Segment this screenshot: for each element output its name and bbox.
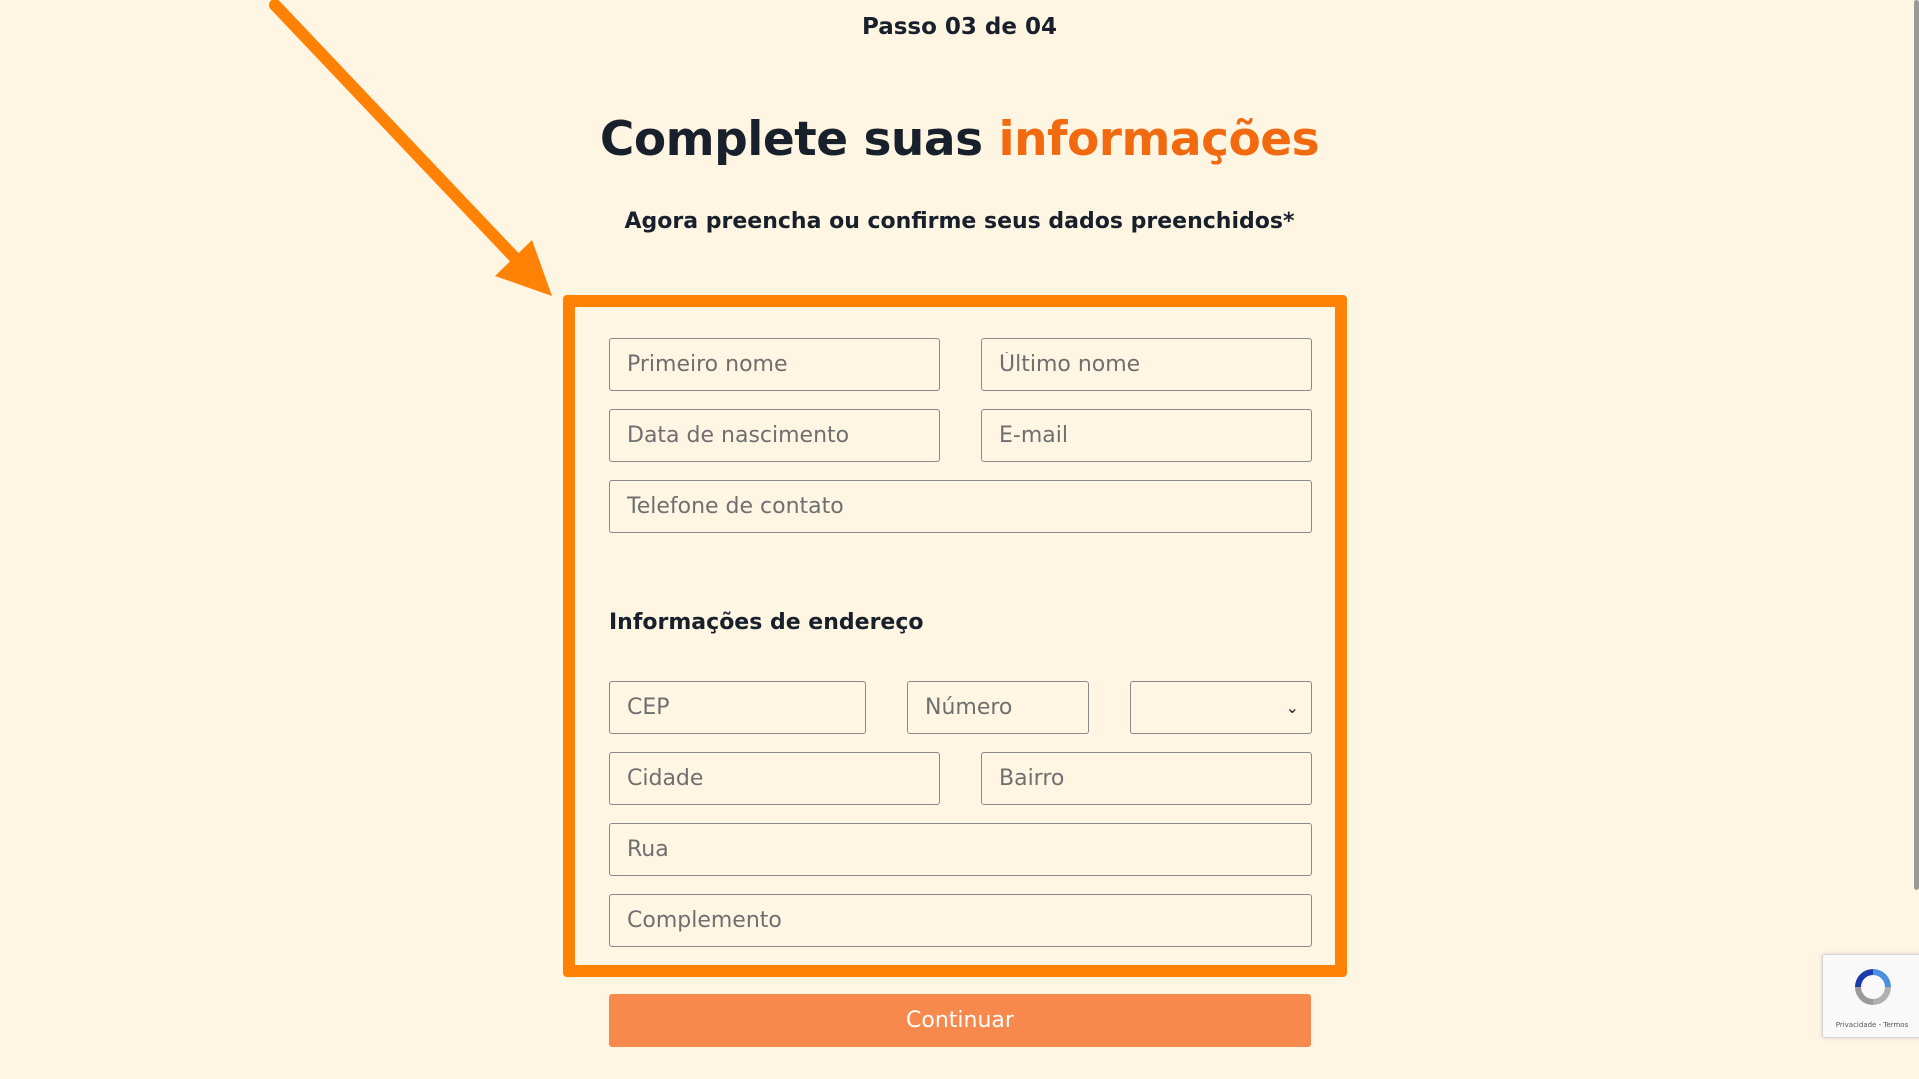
email-input[interactable] <box>981 409 1312 462</box>
state-select[interactable]: ⌄ <box>1130 681 1312 734</box>
title-accent: informações <box>998 112 1320 167</box>
neighborhood-input[interactable] <box>981 752 1312 805</box>
chevron-down-icon: ⌄ <box>1285 698 1299 717</box>
signup-page: Passo 03 de 04 Complete suas informações… <box>0 0 1919 1079</box>
step-indicator: Passo 03 de 04 <box>861 14 1058 40</box>
title-main: Complete suas <box>599 112 999 167</box>
birth-date-input[interactable] <box>609 409 940 462</box>
scrollbar[interactable] <box>1914 0 1919 890</box>
page-subtitle: Agora preencha ou confirme seus dados pr… <box>624 209 1295 234</box>
recaptcha-terms[interactable]: Privacidade - Termos <box>1823 1021 1919 1029</box>
phone-input[interactable] <box>609 480 1312 533</box>
last-name-input[interactable] <box>981 338 1312 391</box>
cep-input[interactable] <box>609 681 866 734</box>
page-title: Complete suas informações <box>0 112 1919 167</box>
first-name-input[interactable] <box>609 338 940 391</box>
address-section-title: Informações de endereço <box>609 610 924 635</box>
street-input[interactable] <box>609 823 1312 876</box>
city-input[interactable] <box>609 752 940 805</box>
recaptcha-badge[interactable]: Privacidade - Termos <box>1822 954 1919 1038</box>
number-input[interactable] <box>907 681 1089 734</box>
complement-input[interactable] <box>609 894 1312 947</box>
continue-button[interactable]: Continuar <box>609 994 1311 1047</box>
recaptcha-icon <box>1855 969 1891 1005</box>
